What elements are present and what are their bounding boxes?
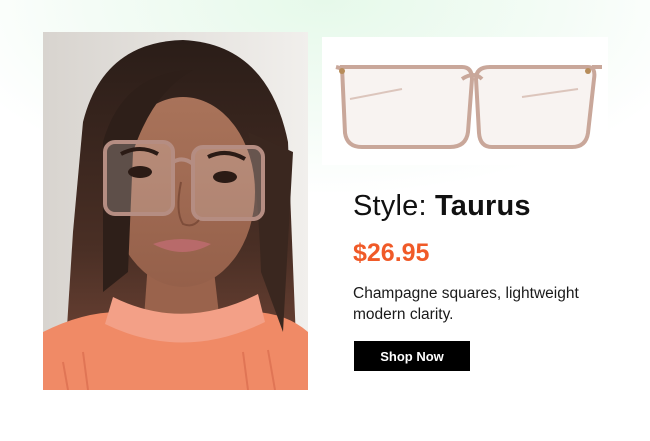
style-name: Taurus: [435, 190, 531, 222]
product-description: Champagne squares, lightweight modern cl…: [353, 285, 579, 323]
product-title: Style: Taurus: [353, 190, 531, 223]
model-photo: [43, 32, 308, 390]
product-price: $26.95: [353, 239, 430, 267]
shop-now-button[interactable]: Shop Now: [354, 341, 470, 371]
style-label: Style:: [353, 190, 427, 222]
product-frame-image: [322, 37, 608, 165]
